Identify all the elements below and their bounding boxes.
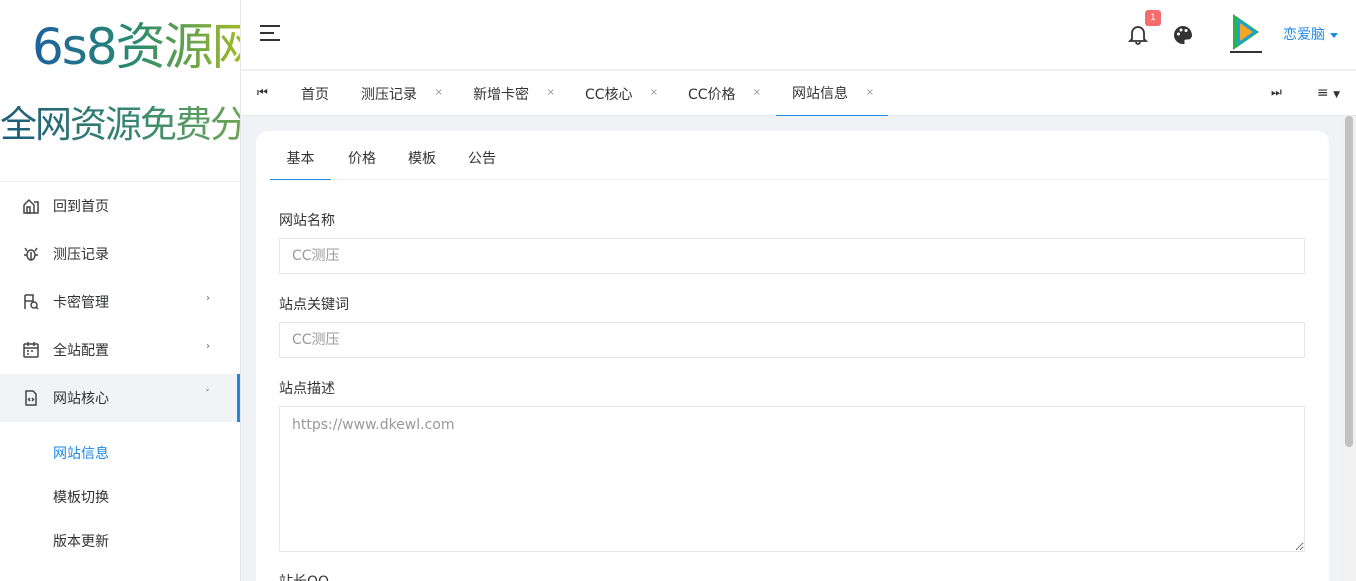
site-name-label: 网站名称 bbox=[279, 213, 335, 229]
sidebar-item-label: 卡密管理 bbox=[53, 295, 109, 311]
sidebar-menu: 回到首页 测压记录 卡密管理 › 全站配置 › 网站核心 ˇ 网站信息 模板切换… bbox=[0, 182, 240, 563]
sidebar-item-test-records[interactable]: 测压记录 bbox=[0, 230, 240, 278]
close-icon[interactable]: × bbox=[650, 87, 658, 98]
tab-price[interactable]: 价格 bbox=[347, 131, 377, 180]
tab-template[interactable]: 模板 bbox=[407, 131, 437, 180]
sidebar-item-card-management[interactable]: 卡密管理 › bbox=[0, 278, 240, 326]
bug-icon bbox=[22, 245, 40, 263]
tab-home[interactable]: 首页 bbox=[301, 71, 341, 116]
caret-down-icon bbox=[1330, 32, 1338, 38]
sidebar-item-label: 全站配置 bbox=[53, 343, 109, 359]
sidebar: 6s8资源网 全网资源免费分享平台 回到首页 测压记录 卡密管理 › bbox=[0, 0, 241, 581]
tab-label: 网站信息 bbox=[792, 86, 848, 102]
notification-badge: 1 bbox=[1145, 10, 1161, 26]
card-key-icon bbox=[22, 293, 40, 311]
sidebar-subitem-label: 模板切换 bbox=[53, 490, 109, 506]
tabs-scroll-right-button[interactable]: ⏭ bbox=[1271, 85, 1282, 100]
sidebar-item-label: 回到首页 bbox=[53, 199, 109, 215]
tab-test-records[interactable]: 测压记录 × bbox=[361, 71, 443, 116]
tab-cc-price[interactable]: CC价格 × bbox=[688, 71, 761, 116]
tabs-scroll-left-button[interactable]: ⏮ bbox=[257, 85, 268, 100]
description-textarea[interactable] bbox=[279, 406, 1305, 552]
site-name-input[interactable] bbox=[279, 238, 1305, 274]
site-logo[interactable]: 6s8资源网 全网资源免费分享平台 bbox=[0, 0, 240, 182]
avatar[interactable] bbox=[1225, 10, 1267, 58]
file-code-icon bbox=[22, 389, 40, 407]
logo-slogan: 全网资源免费分享平台 bbox=[0, 106, 240, 143]
sidebar-item-site-config[interactable]: 全站配置 › bbox=[0, 326, 240, 374]
username-label: 恋爱脑 bbox=[1283, 27, 1325, 43]
settings-tabs: 基本 价格 模板 公告 bbox=[270, 131, 1329, 180]
page-tabs-bar: ⏮ 首页 测压记录 × 新增卡密 × CC核心 × CC价格 × 网站信息 × … bbox=[241, 71, 1356, 116]
qq-label: 站长QQ bbox=[279, 571, 329, 581]
sidebar-subitem-label: 版本更新 bbox=[53, 534, 109, 550]
menu-toggle-icon[interactable] bbox=[260, 25, 280, 41]
tab-label: CC价格 bbox=[688, 86, 736, 103]
list-icon: ≡ bbox=[1316, 85, 1329, 101]
tab-label: 首页 bbox=[301, 86, 329, 103]
sidebar-item-site-core[interactable]: 网站核心 ˇ bbox=[0, 374, 240, 422]
close-icon[interactable]: × bbox=[547, 87, 555, 98]
chevron-down-icon: ˇ bbox=[205, 389, 210, 400]
tab-label: CC核心 bbox=[585, 86, 633, 103]
tab-basic[interactable]: 基本 bbox=[270, 131, 331, 180]
bell-icon[interactable] bbox=[1127, 23, 1149, 45]
sidebar-item-label: 网站核心 bbox=[53, 391, 109, 407]
user-menu[interactable]: 恋爱脑 bbox=[1283, 24, 1338, 44]
home-icon bbox=[22, 197, 40, 215]
sidebar-subitem-site-info[interactable]: 网站信息 bbox=[0, 431, 240, 475]
palette-icon[interactable] bbox=[1172, 24, 1194, 46]
sidebar-subitem-label: 网站信息 bbox=[53, 446, 109, 462]
description-label: 站点描述 bbox=[279, 381, 335, 397]
page-scrollbar[interactable] bbox=[1342, 116, 1356, 581]
calendar-config-icon bbox=[22, 341, 40, 359]
keywords-label: 站点关键词 bbox=[279, 297, 349, 313]
tab-announcement[interactable]: 公告 bbox=[467, 131, 497, 180]
sidebar-item-home[interactable]: 回到首页 bbox=[0, 182, 240, 230]
scrollbar-thumb[interactable] bbox=[1345, 116, 1353, 447]
tab-cc-core[interactable]: CC核心 × bbox=[585, 71, 658, 116]
tab-label: 新增卡密 bbox=[473, 86, 529, 103]
top-header: 1 恋爱脑 bbox=[241, 0, 1356, 70]
chevron-right-icon: › bbox=[206, 341, 210, 352]
sidebar-item-label: 测压记录 bbox=[53, 247, 109, 263]
settings-card: 基本 价格 模板 公告 网站名称 站点关键词 站点描述 站长QQ bbox=[256, 131, 1329, 581]
tabs-menu-button[interactable]: ≡ ▼ bbox=[1317, 85, 1340, 101]
tab-site-info[interactable]: 网站信息 × bbox=[776, 71, 888, 116]
caret-down-icon: ▼ bbox=[1333, 90, 1340, 100]
close-icon[interactable]: × bbox=[866, 87, 874, 98]
tab-label: 测压记录 bbox=[361, 86, 417, 103]
sidebar-subitem-version-update[interactable]: 版本更新 bbox=[0, 519, 240, 563]
chevron-right-icon: › bbox=[206, 293, 210, 304]
keywords-input[interactable] bbox=[279, 322, 1305, 358]
close-icon[interactable]: × bbox=[753, 87, 761, 98]
tab-add-card[interactable]: 新增卡密 × bbox=[473, 71, 555, 116]
sidebar-subitem-template-switch[interactable]: 模板切换 bbox=[0, 475, 240, 519]
logo-title: 6s8资源网 bbox=[32, 22, 240, 72]
close-icon[interactable]: × bbox=[435, 87, 443, 98]
